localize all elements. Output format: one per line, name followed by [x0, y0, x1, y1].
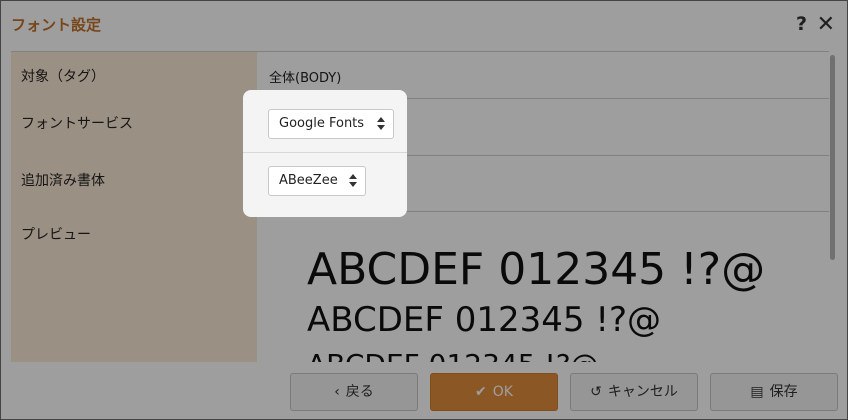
- undo-icon: ↺: [590, 384, 602, 400]
- preview-line-medium: ABCDEF 012345 !?@: [307, 300, 662, 340]
- spotlight-highlight: Google Fonts ABeeZee: [243, 90, 407, 217]
- back-button-label: 戻る: [345, 384, 374, 400]
- added-fonts-select[interactable]: ABeeZee: [268, 166, 366, 196]
- preview-label: プレビュー: [21, 227, 91, 243]
- save-button-label: 保存: [769, 384, 798, 400]
- row-label-target: 対象（タグ）: [11, 52, 257, 98]
- target-value: 全体(BODY): [269, 71, 342, 86]
- font-settings-dialog: フォント設定 ? ✕ 対象（タグ） 全体(BODY) フォントサービス 追加済み…: [0, 0, 848, 420]
- row-added-fonts: 追加済み書体: [11, 155, 829, 212]
- save-button[interactable]: ▤ 保存: [710, 373, 838, 411]
- cancel-button-label: キャンセル: [607, 384, 678, 400]
- ok-button[interactable]: ✔ OK: [430, 373, 558, 411]
- row-label-font-service: フォントサービス: [11, 98, 257, 155]
- target-label: 対象（タグ）: [21, 69, 105, 85]
- select-arrows-icon: [377, 117, 385, 131]
- save-icon: ▤: [750, 384, 764, 400]
- added-fonts-selected-value: ABeeZee: [279, 173, 338, 188]
- chevron-left-icon: ‹: [334, 384, 340, 400]
- preview-line-small: ABCDEF 012345 !?@: [307, 348, 599, 362]
- help-icon[interactable]: ?: [796, 13, 807, 35]
- row-divider: [243, 152, 407, 153]
- font-service-label: フォントサービス: [21, 116, 133, 132]
- scrollbar[interactable]: [829, 51, 837, 361]
- row-label-added-fonts: 追加済み書体: [11, 155, 257, 211]
- close-icon[interactable]: ✕: [817, 12, 835, 37]
- back-button[interactable]: ‹ 戻る: [290, 373, 418, 411]
- preview-line-large: ABCDEF 012345 !?@: [307, 244, 766, 295]
- settings-table: 対象（タグ） 全体(BODY) フォントサービス 追加済み書体 プレビュー AB…: [11, 51, 829, 362]
- cancel-button[interactable]: ↺ キャンセル: [570, 373, 698, 411]
- title-bar: フォント設定 ? ✕: [1, 1, 847, 49]
- added-fonts-label: 追加済み書体: [21, 173, 105, 189]
- select-arrows-icon: [349, 174, 357, 188]
- font-service-selected-value: Google Fonts: [279, 116, 365, 131]
- row-font-service: フォントサービス: [11, 98, 829, 156]
- dialog-title: フォント設定: [11, 16, 102, 34]
- row-target: 対象（タグ） 全体(BODY): [11, 52, 829, 99]
- check-circle-icon: ✔: [475, 384, 487, 400]
- row-label-preview: プレビュー: [11, 211, 257, 362]
- font-service-select[interactable]: Google Fonts: [268, 109, 394, 139]
- scrollbar-thumb[interactable]: [830, 55, 835, 260]
- ok-button-label: OK: [492, 384, 513, 400]
